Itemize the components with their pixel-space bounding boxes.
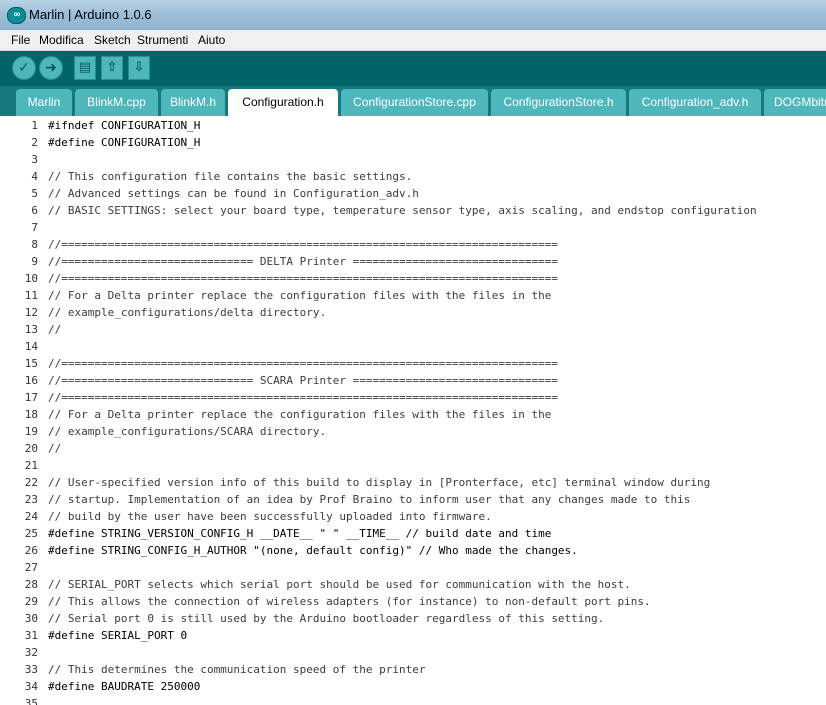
code-line[interactable]: // This configuration file contains the … [48,168,412,185]
tab-configurationstore-cpp[interactable]: ConfigurationStore.cpp [341,89,488,116]
code-line[interactable]: //======================================… [48,270,558,287]
line-number: 15 [24,357,38,370]
line-number: 14 [24,340,38,353]
line-number: 17 [24,391,38,404]
line-number: 31 [24,629,38,642]
line-number: 5 [31,187,38,200]
menu-modifica[interactable]: Modifica [39,32,84,48]
code-line[interactable]: // This determines the communication spe… [48,661,426,678]
code-line[interactable]: // Serial port 0 is still used by the Ar… [48,610,604,627]
line-number: 21 [24,459,38,472]
line-number: 33 [24,663,38,676]
code-line[interactable]: #ifndef CONFIGURATION_H [48,117,200,134]
line-number: 30 [24,612,38,625]
code-line[interactable]: // example_configurations/SCARA director… [48,423,326,440]
code-line[interactable]: #define STRING_VERSION_CONFIG_H __DATE__… [48,525,551,542]
code-line[interactable]: // For a Delta printer replace the confi… [48,287,551,304]
tab-bar: Marlin BlinkM.cpp BlinkM.h Configuration… [0,86,826,116]
new-sketch-button[interactable]: ▤ [74,56,96,80]
line-number: 24 [24,510,38,523]
tab-blinkm-h[interactable]: BlinkM.h [161,89,225,116]
menu-bar: File Modifica Sketch Strumenti Aiuto [0,30,826,51]
tab-configurationstore-h[interactable]: ConfigurationStore.h [491,89,626,116]
code-line[interactable]: #define SERIAL_PORT 0 [48,627,187,644]
line-number: 12 [24,306,38,319]
line-number: 8 [31,238,38,251]
arduino-logo-icon: ∞ [7,7,26,24]
open-sketch-button[interactable]: ⇧ [101,56,123,80]
line-number: 22 [24,476,38,489]
code-line[interactable]: //============================= SCARA Pr… [48,372,558,389]
title-bar: ∞ Marlin | Arduino 1.0.6 [0,0,826,31]
code-line[interactable]: //======================================… [48,236,558,253]
line-number: 9 [31,255,38,268]
line-number: 4 [31,170,38,183]
line-number: 11 [24,289,38,302]
code-line[interactable]: // For a Delta printer replace the confi… [48,406,551,423]
line-number: 20 [24,442,38,455]
upload-button[interactable]: ➜ [39,56,63,80]
code-line[interactable]: // SERIAL_PORT selects which serial port… [48,576,631,593]
line-number: 6 [31,204,38,217]
line-number: 27 [24,561,38,574]
line-number: 29 [24,595,38,608]
menu-strumenti[interactable]: Strumenti [137,32,188,48]
tab-marlin[interactable]: Marlin [16,89,72,116]
line-number: 18 [24,408,38,421]
line-number: 28 [24,578,38,591]
code-line[interactable]: //============================= DELTA Pr… [48,253,558,270]
window-title: Marlin | Arduino 1.0.6 [29,7,152,22]
line-number: 19 [24,425,38,438]
code-editor[interactable]: 1 #ifndef CONFIGURATION_H 2 #define CONFIGU… [0,116,826,705]
code-line[interactable]: // [48,440,61,457]
code-line[interactable]: // startup. Implementation of an idea by… [48,491,690,508]
tab-dogmbitmaps[interactable]: DOGMbitm [764,89,826,116]
line-number: 25 [24,527,38,540]
line-number: 32 [24,646,38,659]
verify-button[interactable]: ✓ [12,56,36,80]
code-line[interactable]: #define STRING_CONFIG_H_AUTHOR "(none, d… [48,542,578,559]
line-number: 1 [31,119,38,132]
code-line[interactable]: // build by the user have been successfu… [48,508,492,525]
code-line[interactable]: // example_configurations/delta director… [48,304,326,321]
code-line[interactable]: // [48,321,61,338]
save-sketch-button[interactable]: ⇩ [128,56,150,80]
line-number: 10 [24,272,38,285]
code-line[interactable]: // BASIC SETTINGS: select your board typ… [48,202,757,219]
toolbar: ✓ ➜ ▤ ⇧ ⇩ [0,51,826,86]
code-line[interactable]: // This allows the connection of wireles… [48,593,651,610]
line-number: 26 [24,544,38,557]
line-number: 13 [24,323,38,336]
tab-blinkm-cpp[interactable]: BlinkM.cpp [75,89,158,116]
code-line[interactable]: //======================================… [48,389,558,406]
line-number: 3 [31,153,38,166]
menu-sketch[interactable]: Sketch [94,32,131,48]
line-number: 2 [31,136,38,149]
line-number: 23 [24,493,38,506]
code-line[interactable]: // User-specified version info of this b… [48,474,710,491]
code-line[interactable]: //======================================… [48,355,558,372]
tab-configuration-adv-h[interactable]: Configuration_adv.h [629,89,761,116]
menu-file[interactable]: File [11,32,30,48]
code-line[interactable]: #define CONFIGURATION_H [48,134,200,151]
line-number: 16 [24,374,38,387]
menu-aiuto[interactable]: Aiuto [198,32,225,48]
code-line[interactable]: // Advanced settings can be found in Con… [48,185,419,202]
line-number: 7 [31,221,38,234]
line-number: 34 [24,680,38,693]
line-number: 35 [24,697,38,705]
tab-configuration-h[interactable]: Configuration.h [228,89,338,116]
code-line[interactable]: #define BAUDRATE 250000 [48,678,200,695]
